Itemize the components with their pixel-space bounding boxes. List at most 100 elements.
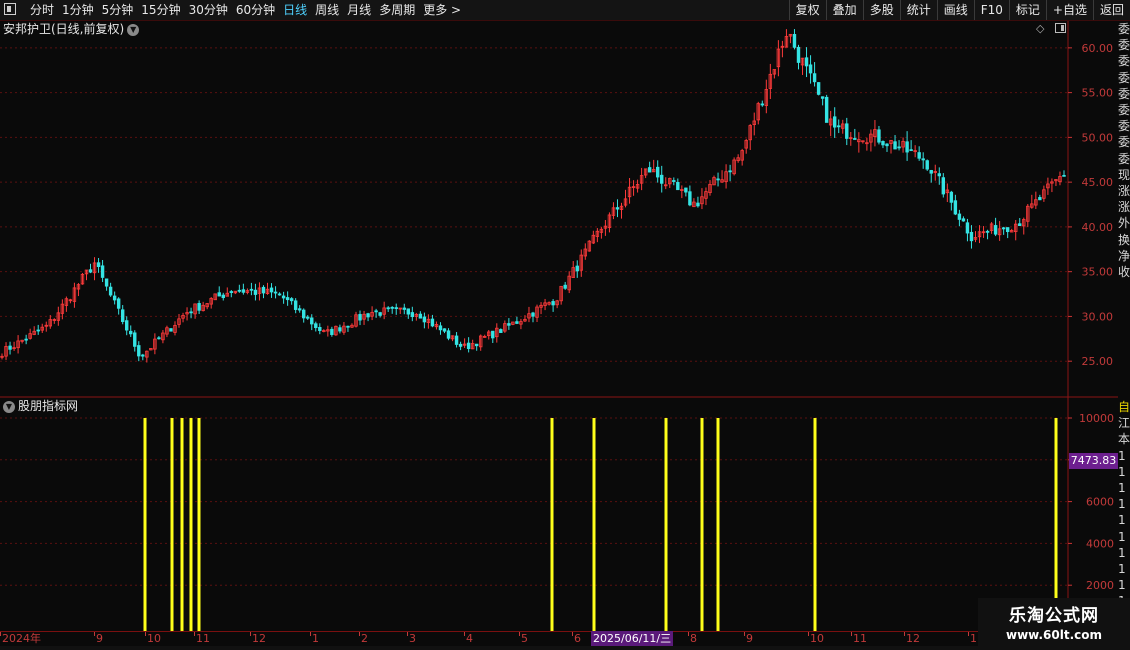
tab-intraday[interactable]: 分时 — [26, 0, 58, 20]
bottom-status-strip — [0, 646, 1130, 650]
candle — [611, 202, 616, 220]
y-tick-label: 60.00 — [1082, 42, 1114, 55]
tab-multi-period[interactable]: 多周期 — [375, 0, 419, 20]
info-strip-char: 涨 — [1118, 200, 1130, 215]
time-axis-label: 10 — [147, 632, 161, 645]
candle — [1046, 177, 1050, 195]
info-strip-char: 委 — [1118, 151, 1130, 166]
candle — [410, 306, 415, 322]
candle — [495, 323, 499, 343]
tab-more[interactable]: 更多 > — [419, 0, 465, 20]
candle — [889, 139, 893, 154]
statistics-button[interactable]: 统计 — [899, 0, 937, 20]
candle — [752, 112, 756, 136]
candle — [728, 164, 732, 182]
candle — [684, 187, 688, 197]
candle — [297, 305, 302, 313]
candle — [362, 310, 366, 325]
mark-button[interactable]: 标记 — [1008, 0, 1046, 20]
tab-15min[interactable]: 15分钟 — [137, 0, 184, 20]
candle — [386, 306, 390, 312]
tab-monthly[interactable]: 月线 — [343, 0, 375, 20]
info-strip-char: 本 — [1118, 432, 1130, 447]
candle — [515, 316, 519, 325]
window-icon[interactable] — [4, 3, 16, 15]
time-axis-label: 9 — [96, 632, 103, 645]
candle — [579, 249, 583, 277]
candle — [116, 297, 121, 315]
candle — [849, 131, 853, 146]
overlay-button[interactable]: 叠加 — [825, 0, 863, 20]
candle — [877, 125, 881, 145]
candle — [100, 259, 105, 283]
candle — [780, 40, 785, 58]
adjust-button[interactable]: 复权 — [788, 0, 826, 20]
candle — [507, 318, 511, 330]
time-axis-tick — [250, 632, 251, 636]
time-axis-label: 1 — [970, 632, 977, 645]
tab-1min[interactable]: 1分钟 — [58, 0, 98, 20]
candle — [56, 306, 61, 326]
tab-daily[interactable]: 日线 — [279, 0, 311, 20]
candle — [302, 308, 306, 323]
candle — [88, 263, 93, 274]
tab-60min[interactable]: 60分钟 — [232, 0, 279, 20]
candle — [881, 140, 885, 149]
candle — [177, 314, 181, 328]
candle — [647, 161, 652, 173]
candle — [346, 325, 350, 332]
candle — [48, 315, 52, 329]
tab-5min[interactable]: 5分钟 — [98, 0, 138, 20]
candle — [474, 343, 479, 351]
candle — [772, 69, 777, 79]
candle — [402, 303, 406, 315]
time-axis-label: 5 — [521, 632, 528, 645]
candle — [350, 323, 354, 328]
candle — [519, 318, 523, 330]
info-strip-char: 1 — [1118, 562, 1126, 577]
indicator-chart[interactable]: 200040006000800010000 — [0, 398, 1118, 631]
candle — [84, 269, 89, 281]
candle — [217, 286, 221, 297]
candle — [169, 328, 173, 332]
candle — [511, 321, 515, 326]
candle — [1054, 179, 1058, 187]
candle — [434, 321, 439, 330]
candle — [567, 271, 571, 294]
candle — [724, 164, 728, 189]
candle — [4, 342, 8, 360]
y-tick-label: 30.00 — [1082, 310, 1114, 323]
info-strip-char: 委 — [1118, 70, 1130, 85]
candle — [1058, 171, 1062, 186]
candle — [426, 314, 431, 329]
candle — [788, 33, 793, 44]
candle — [965, 218, 970, 242]
candle — [12, 341, 16, 351]
candle — [989, 222, 994, 234]
draw-line-button[interactable]: 画线 — [936, 0, 974, 20]
candle — [406, 308, 411, 319]
candle — [104, 278, 109, 291]
candle — [293, 298, 298, 314]
add-watchlist-button[interactable]: +自选 — [1045, 0, 1093, 20]
candle — [213, 293, 217, 301]
candlestick-chart[interactable]: 25.00 30.00 35.00 40.00 45.00 50.00 55.00 60.00 — [0, 21, 1118, 398]
f10-button[interactable]: F10 — [973, 0, 1009, 20]
candle — [901, 137, 905, 153]
signal-bar — [189, 418, 193, 631]
top-toolbar: 分时 1分钟 5分钟 15分钟 30分钟 60分钟 日线 周线 月线 多周期 更… — [0, 0, 1130, 21]
candle — [635, 179, 640, 193]
multi-stock-button[interactable]: 多股 — [862, 0, 900, 20]
time-axis-label: 11 — [853, 632, 867, 645]
right-info-strip: 委委委委委委委委委现涨涨外换净收 自江本1111111111 — [1118, 21, 1130, 631]
watermark-title: 乐淘公式网 — [1009, 606, 1099, 626]
candle — [326, 325, 330, 337]
candle — [744, 138, 748, 154]
candle — [173, 321, 177, 336]
candle — [575, 260, 579, 278]
candle — [696, 196, 700, 208]
candle — [318, 323, 322, 335]
tab-30min[interactable]: 30分钟 — [185, 0, 232, 20]
back-button[interactable]: 返回 — [1092, 0, 1130, 20]
tab-weekly[interactable]: 周线 — [311, 0, 343, 20]
